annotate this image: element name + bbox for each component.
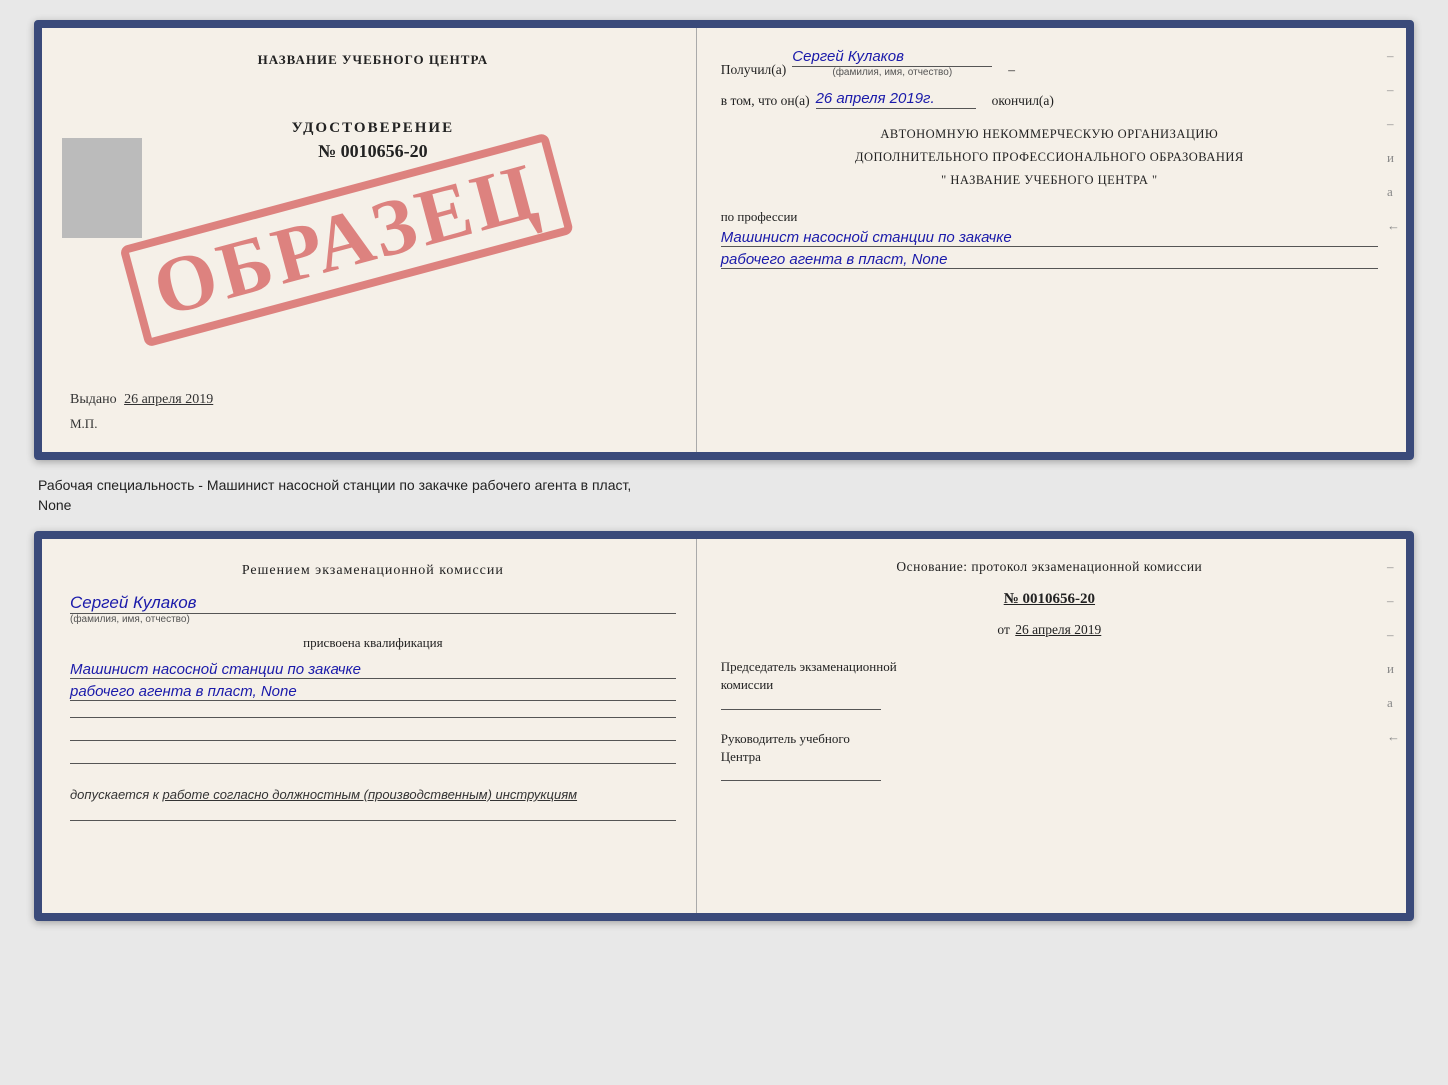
person-block: Сергей Кулаков (фамилия, имя, отчество)	[70, 593, 676, 625]
block-line2: ДОПОЛНИТЕЛЬНОГО ПРОФЕССИОНАЛЬНОГО ОБРАЗО…	[721, 148, 1378, 167]
separator-line1: Рабочая специальность - Машинист насосно…	[38, 477, 631, 493]
block-text-area: АВТОНОМНУЮ НЕКОММЕРЧЕСКУЮ ОРГАНИЗАЦИЮ ДО…	[721, 121, 1378, 193]
separator-line2: None	[38, 497, 71, 513]
vydano-label: Выдано	[70, 392, 117, 407]
udostoverenie-block: УДОСТОВЕРЕНИЕ № 0010656-20	[70, 120, 676, 162]
rukovoditel-label-text: Руководитель учебного	[721, 731, 850, 746]
block-line3: " НАЗВАНИЕ УЧЕБНОГО ЦЕНТРА "	[721, 171, 1378, 190]
dash-bot-i: и	[1387, 661, 1400, 677]
dash-top-1: –	[1387, 48, 1400, 64]
dopuskaetsya-block: допускается к работе согласно должностны…	[70, 786, 676, 804]
document-top: НАЗВАНИЕ УЧЕБНОГО ЦЕНТРА ОБРАЗЕЦ УДОСТОВ…	[34, 20, 1414, 460]
profession-line1-top: Машинист насосной станции по закачке	[721, 229, 1378, 247]
poluchil-row: Получил(а) Сергей Кулаков (фамилия, имя,…	[721, 48, 1378, 78]
separator-line-1	[70, 717, 676, 718]
dash-top-arrow: ←	[1387, 218, 1400, 234]
poluchil-label: Получил(а)	[721, 62, 787, 78]
dash-top-i: и	[1387, 150, 1400, 166]
stamp-obrazec: ОБРАЗЕЦ	[119, 132, 574, 347]
dash-bot-a: а	[1387, 695, 1400, 711]
komissia-text: Решением экзаменационной комиссии	[70, 563, 676, 579]
separator-text: Рабочая специальность - Машинист насосно…	[34, 476, 1414, 515]
predsedatel-label: Председатель экзаменационной комиссии	[721, 658, 1378, 694]
dopuskaetsya-label: допускается к работе согласно должностны…	[70, 787, 577, 802]
dopuskaetsya-value: работе согласно должностным (производств…	[163, 787, 578, 802]
udostoverenie-num: № 0010656-20	[70, 141, 676, 162]
profession-blue-block: Машинист насосной станции по закачке раб…	[70, 661, 676, 701]
familiya-hint-bottom: (фамилия, имя, отчество)	[70, 614, 676, 625]
protocol-num: № 0010656-20	[721, 591, 1378, 608]
udostoverenie-label: УДОСТОВЕРЕНИЕ	[70, 120, 676, 137]
dash-bot-arrow: ←	[1387, 729, 1400, 745]
vydano-row: Выдано 26 апреля 2019	[70, 392, 676, 408]
vtom-date: 26 апреля 2019г.	[816, 90, 976, 109]
dash-bot-1: –	[1387, 559, 1400, 575]
separator-line-4	[70, 820, 676, 821]
poluchil-value: Сергей Кулаков	[792, 48, 992, 67]
po-professii-label: по профессии	[721, 209, 1378, 225]
familiya-hint: (фамилия, имя, отчество)	[792, 67, 992, 78]
doc-right: Получил(а) Сергей Кулаков (фамилия, имя,…	[697, 28, 1406, 452]
mp-label: М.П.	[70, 416, 676, 432]
osnovaniye-text: Основание: протокол экзаменационной коми…	[721, 559, 1378, 575]
rukovoditel-label: Руководитель учебного Центра	[721, 730, 1378, 766]
dash-bot-3: –	[1387, 627, 1400, 643]
vtom-label: в том, что он(а)	[721, 93, 810, 109]
profession-line2-bottom: рабочего агента в пласт, None	[70, 683, 676, 701]
centr-label: Центра	[721, 749, 761, 764]
vtom-row: в том, что он(а) 26 апреля 2019г. окончи…	[721, 90, 1378, 109]
podpis-line-2	[721, 780, 881, 781]
profession-line2-top: рабочего агента в пласт, None	[721, 251, 1378, 269]
separator-line-2	[70, 740, 676, 741]
ot-label: от	[997, 622, 1009, 637]
vydano-date: 26 апреля 2019	[124, 392, 213, 407]
dash-top-3: –	[1387, 116, 1400, 132]
ot-date-bottom: от 26 апреля 2019	[721, 622, 1378, 638]
dopuskaetsya-label-text: допускается к	[70, 787, 159, 802]
poluchil-dash: –	[1008, 62, 1015, 78]
ot-date-value: 26 апреля 2019	[1015, 622, 1101, 637]
doc-left: НАЗВАНИЕ УЧЕБНОГО ЦЕНТРА ОБРАЗЕЦ УДОСТОВ…	[42, 28, 697, 452]
komissia-label2: комиссии	[721, 677, 774, 692]
person-name-bottom: Сергей Кулаков	[70, 593, 676, 614]
photo-placeholder	[62, 138, 142, 238]
podpis-line-1	[721, 709, 881, 710]
block-line1: АВТОНОМНУЮ НЕКОММЕРЧЕСКУЮ ОРГАНИЗАЦИЮ	[721, 125, 1378, 144]
dash-top-a: а	[1387, 184, 1400, 200]
center-title: НАЗВАНИЕ УЧЕБНОГО ЦЕНТРА	[70, 52, 676, 68]
podpis-block-1: Председатель экзаменационной комиссии	[721, 658, 1378, 709]
doc-bottom-left: Решением экзаменационной комиссии Сергей…	[42, 539, 697, 913]
prisvoena-label: присвоена квалификация	[70, 635, 676, 651]
predsedatel-label-text: Председатель экзаменационной	[721, 659, 897, 674]
okончил-label: окончил(а)	[992, 93, 1054, 109]
doc-bottom-right: Основание: протокол экзаменационной коми…	[697, 539, 1406, 913]
po-professii-area: по профессии Машинист насосной станции п…	[721, 203, 1378, 269]
podpis-block-2: Руководитель учебного Центра	[721, 730, 1378, 781]
bottom-right-dashes: – – – и а ←	[1387, 559, 1400, 745]
dash-bot-2: –	[1387, 593, 1400, 609]
profession-line1-bottom: Машинист насосной станции по закачке	[70, 661, 676, 679]
dash-top-2: –	[1387, 82, 1400, 98]
right-side-dashes: – – – и а ←	[1387, 48, 1400, 234]
document-bottom: Решением экзаменационной комиссии Сергей…	[34, 531, 1414, 921]
separator-line-3	[70, 763, 676, 764]
